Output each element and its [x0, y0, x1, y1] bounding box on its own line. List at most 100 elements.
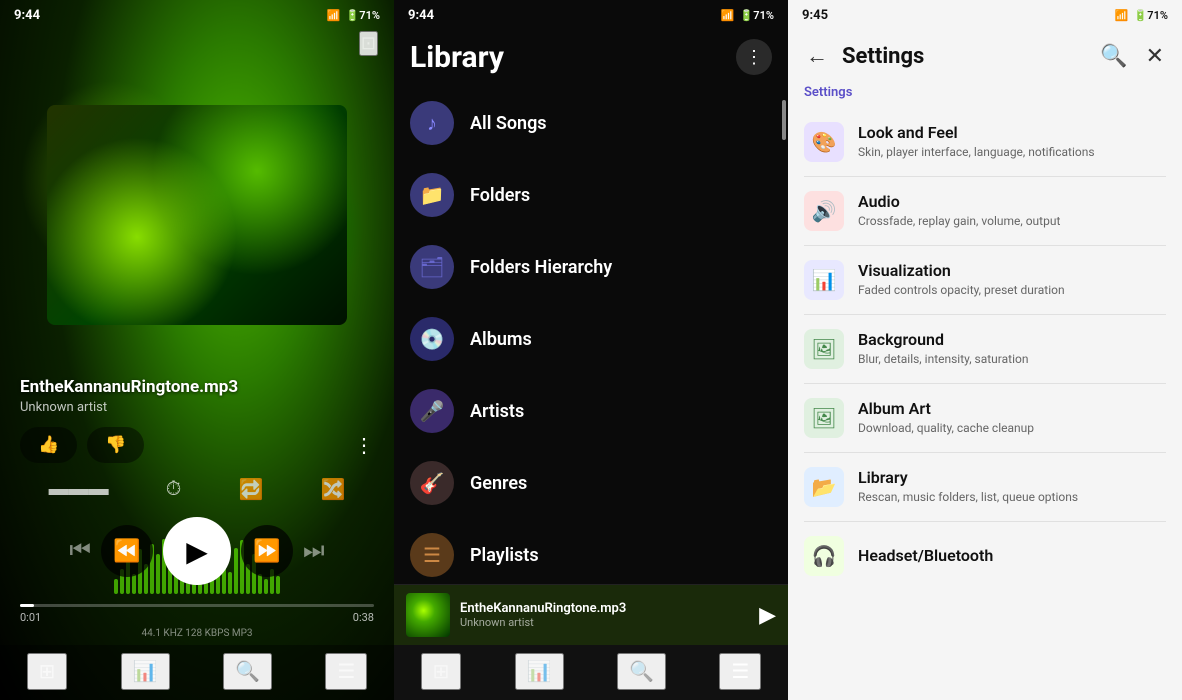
progress-area[interactable]: 0:01 0:38: [0, 594, 394, 626]
library-item-genres[interactable]: 🎸 Genres: [394, 447, 788, 519]
library-item-hierarchy[interactable]: 🗂 Folders Hierarchy: [394, 231, 788, 303]
audio-icon-wrap: 🔊: [804, 191, 844, 231]
audio-text: Audio Crossfade, replay gain, volume, ou…: [858, 192, 1166, 230]
playback-area: ⏮ ⏪ ▶ ⏩ ⏭: [0, 504, 394, 594]
settings-back-button[interactable]: ←: [802, 39, 832, 73]
status-bar: 9:44 📶 🔋71%: [0, 0, 394, 27]
settings-item-look-feel[interactable]: 🎨 Look and Feel Skin, player interface, …: [788, 108, 1182, 176]
look-feel-icon-wrap: 🎨: [804, 122, 844, 162]
genres-icon-wrap: 🎸: [410, 461, 454, 505]
visualizer-button[interactable]: ▬▬▬: [49, 478, 109, 501]
viz-text: Visualization Faded controls opacity, pr…: [858, 261, 1166, 299]
lib-nav-home-button[interactable]: ⊞: [421, 653, 462, 690]
playlists-icon: ☰: [423, 543, 441, 567]
library-title: Library: [410, 40, 504, 75]
headset-icon-wrap: 🎧: [804, 536, 844, 576]
progress-times: 0:01 0:38: [20, 611, 374, 624]
lib-nav-menu-button[interactable]: ☰: [719, 653, 761, 690]
more-options-button[interactable]: ⋮: [354, 433, 374, 458]
skip-back-button[interactable]: ⏮: [69, 537, 91, 565]
skip-forward-button[interactable]: ⏭: [303, 537, 325, 565]
mini-title: EntheKannanuRingtone.mp3: [460, 601, 749, 616]
lib-nav-search-button[interactable]: 🔍: [617, 653, 666, 690]
bg-icon: 🖼: [811, 337, 836, 361]
shuffle-button[interactable]: 🔀: [321, 477, 346, 502]
library-icon-wrap: 📂: [804, 467, 844, 507]
settings-item-headset[interactable]: 🎧 Headset/Bluetooth: [788, 522, 1182, 590]
library-more-button[interactable]: ⋮: [736, 39, 772, 75]
current-time: 0:01: [20, 611, 41, 624]
settings-search-button[interactable]: 🔍: [1096, 39, 1131, 73]
mini-player[interactable]: EntheKannanuRingtone.mp3 Unknown artist …: [394, 584, 788, 645]
settings-item-album-art[interactable]: 🖼 Album Art Download, quality, cache cle…: [788, 384, 1182, 452]
allsongs-label: All Songs: [470, 113, 547, 134]
library-item-folders[interactable]: 📁 Folders: [394, 159, 788, 231]
artists-icon-wrap: 🎤: [410, 389, 454, 433]
settings-battery-icon: 🔋71%: [1134, 9, 1168, 22]
settings-status-time: 9:45: [802, 8, 828, 23]
like-button[interactable]: 👍: [20, 427, 77, 463]
library-status-bar: 9:44 📶 🔋71%: [394, 0, 788, 27]
settings-item-library[interactable]: 📂 Library Rescan, music folders, list, q…: [788, 453, 1182, 521]
album-art: [47, 105, 347, 325]
track-title: EntheKannanuRingtone.mp3: [20, 377, 374, 397]
repeat-button[interactable]: 🔁: [238, 477, 263, 502]
settings-list: 🎨 Look and Feel Skin, player interface, …: [788, 108, 1182, 700]
library-item-artists[interactable]: 🎤 Artists: [394, 375, 788, 447]
nav-home-button[interactable]: ⊞: [27, 653, 68, 690]
settings-breadcrumb: Settings: [788, 81, 1182, 108]
settings-wifi-icon: 📶: [1115, 9, 1129, 22]
dislike-button[interactable]: 👎: [87, 427, 144, 463]
library-status-time: 9:44: [408, 8, 434, 23]
lib-nav-stats-button[interactable]: 📊: [515, 653, 564, 690]
nav-stats-button[interactable]: 📊: [121, 653, 170, 690]
folders-label: Folders: [470, 185, 530, 206]
albums-icon-wrap: 💿: [410, 317, 454, 361]
settings-close-button[interactable]: ✕: [1142, 39, 1168, 73]
mini-artist: Unknown artist: [460, 616, 749, 629]
allsongs-icon: ♪: [427, 111, 437, 136]
library-item-allsongs[interactable]: ♪ All Songs: [394, 87, 788, 159]
cast-row: ⊡: [0, 27, 394, 56]
play-button[interactable]: ▶: [163, 517, 231, 585]
bg-desc: Blur, details, intensity, saturation: [858, 351, 1166, 368]
progress-bar[interactable]: [20, 604, 374, 607]
player-content: 9:44 📶 🔋71% ⊡ EntheKannanuRingtone.mp3 U…: [0, 0, 394, 700]
settings-item-visualization[interactable]: 📊 Visualization Faded controls opacity, …: [788, 246, 1182, 314]
mini-play-button[interactable]: ▶: [759, 602, 776, 628]
library-item-playlists[interactable]: ☰ Playlists: [394, 519, 788, 584]
settings-item-audio[interactable]: 🔊 Audio Crossfade, replay gain, volume, …: [788, 177, 1182, 245]
viz-desc: Faded controls opacity, preset duration: [858, 282, 1166, 299]
albumart-title: Album Art: [858, 399, 1166, 418]
audio-icon: 🔊: [812, 199, 837, 223]
library-settings-desc: Rescan, music folders, list, queue optio…: [858, 489, 1166, 506]
genres-icon: 🎸: [420, 471, 445, 495]
rewind-button[interactable]: ⏪: [101, 525, 153, 577]
look-feel-desc: Skin, player interface, language, notifi…: [858, 144, 1166, 161]
library-status-icons: 📶 🔋71%: [721, 9, 774, 22]
library-item-albums[interactable]: 💿 Albums: [394, 303, 788, 375]
recent-button[interactable]: ⏱: [166, 478, 182, 501]
album-art-area: [0, 56, 394, 363]
mini-art: [406, 593, 450, 637]
mini-info: EntheKannanuRingtone.mp3 Unknown artist: [460, 601, 749, 629]
genres-label: Genres: [470, 473, 527, 494]
artists-icon: 🎤: [420, 399, 445, 423]
progress-fill: [20, 604, 34, 607]
fast-forward-button[interactable]: ⏩: [241, 525, 293, 577]
folders-icon-wrap: 📁: [410, 173, 454, 217]
cast-button[interactable]: ⊡: [359, 31, 378, 56]
nav-search-button[interactable]: 🔍: [223, 653, 272, 690]
artists-label: Artists: [470, 401, 524, 422]
playlists-icon-wrap: ☰: [410, 533, 454, 577]
library-list: ♪ All Songs 📁 Folders 🗂 Folders Hierarch…: [394, 83, 788, 584]
albumart-icon-wrap: 🖼: [804, 398, 844, 438]
nav-menu-button[interactable]: ☰: [325, 653, 367, 690]
albums-icon: 💿: [420, 327, 445, 351]
settings-item-background[interactable]: 🖼 Background Blur, details, intensity, s…: [788, 315, 1182, 383]
albumart-desc: Download, quality, cache cleanup: [858, 420, 1166, 437]
bg-text: Background Blur, details, intensity, sat…: [858, 330, 1166, 368]
settings-status-icons: 📶 🔋71%: [1115, 9, 1168, 22]
action-row: 👍 👎 ⋮: [0, 419, 394, 471]
hierarchy-icon: 🗂: [419, 255, 444, 279]
